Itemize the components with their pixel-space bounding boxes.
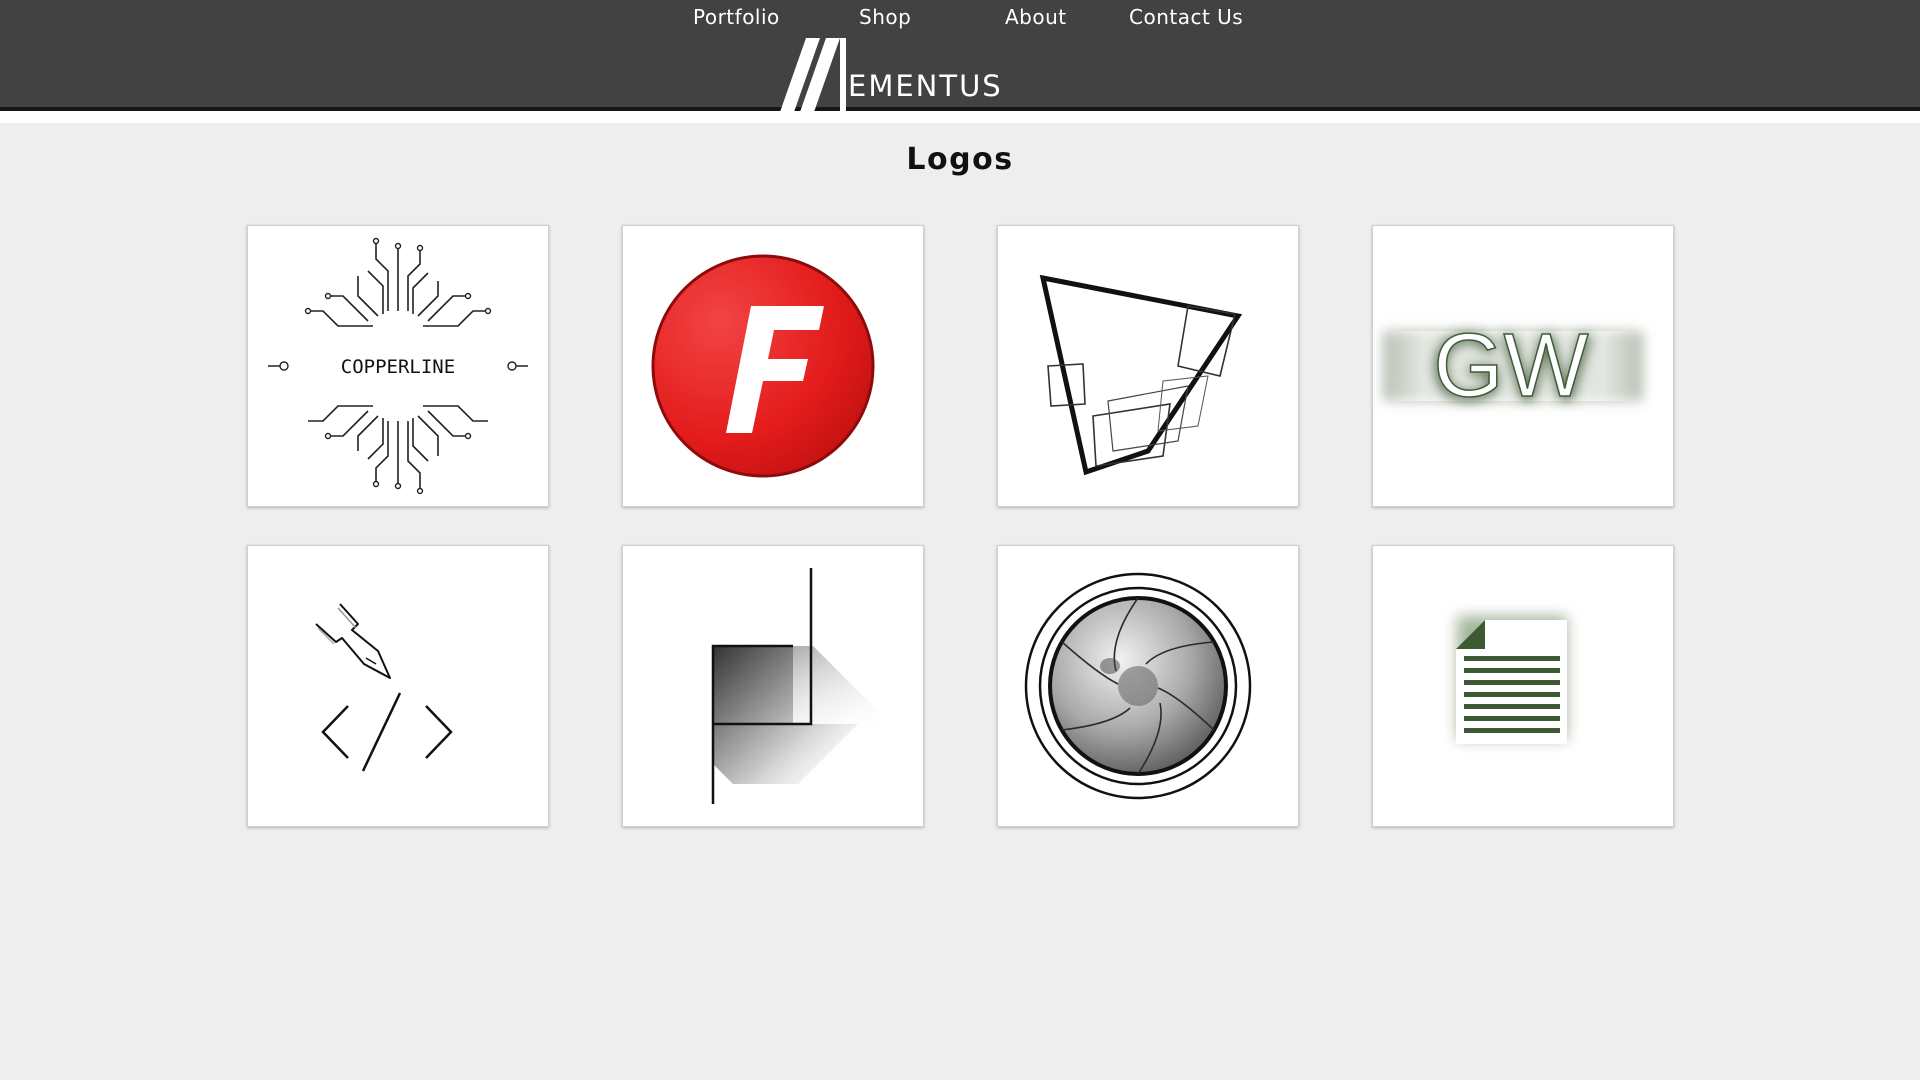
copperline-text: COPPERLINE (341, 356, 455, 378)
header-strip (0, 111, 1920, 123)
red-f-circle-icon (651, 254, 875, 478)
logo-tile-copperline[interactable]: COPPERLINE (247, 225, 549, 507)
nav-shop[interactable]: Shop (859, 3, 911, 31)
logo-tile-camera-aperture[interactable] (997, 545, 1299, 827)
page-title: Logos (906, 142, 1014, 177)
geometric-frames-icon (1039, 274, 1243, 476)
pen-code-icon (315, 603, 453, 772)
gw-text: GW (1434, 316, 1589, 416)
camera-aperture-icon (1024, 572, 1252, 800)
copperline-circuit-icon: COPPERLINE (268, 237, 528, 495)
green-document-icon (1456, 616, 1567, 744)
logo-tile-geometric-frames[interactable] (997, 225, 1299, 507)
nav-contact-us[interactable]: Contact Us (1129, 3, 1243, 31)
gw-glow-icon: GW GW (1383, 315, 1643, 419)
logo-tile-green-document[interactable] (1372, 545, 1674, 827)
nav-about[interactable]: About (1005, 3, 1067, 31)
logo-tile-red-f[interactable] (622, 225, 924, 507)
logo-tile-pen-code[interactable] (247, 545, 549, 827)
brand-wordmark[interactable]: EMENTUS (848, 67, 1003, 105)
logo-tile-gw[interactable]: GW GW (1372, 225, 1674, 507)
logo-tile-gradient-flag[interactable] (622, 545, 924, 827)
nav-portfolio[interactable]: Portfolio (693, 3, 780, 31)
gradient-flag-icon (711, 568, 893, 804)
